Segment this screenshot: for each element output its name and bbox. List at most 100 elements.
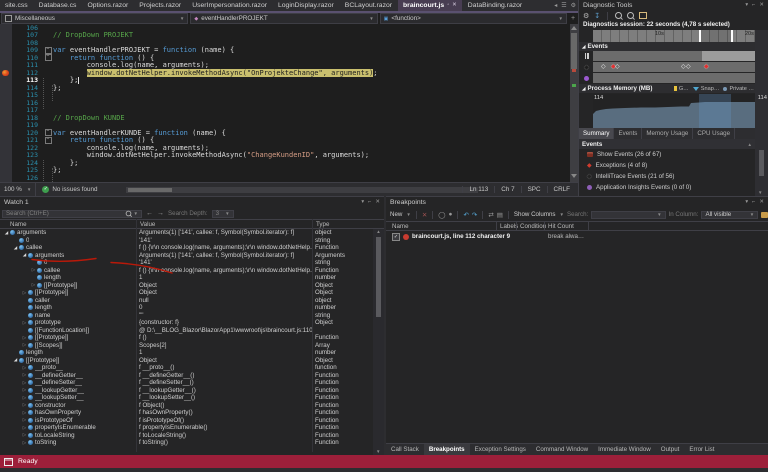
swimlane-track[interactable] xyxy=(593,51,756,61)
selection-handle[interactable] xyxy=(699,30,701,42)
expand-icon[interactable]: ▷ xyxy=(21,380,28,386)
watch-row[interactable]: ▷ [[Prototype]] f () Function xyxy=(0,334,373,342)
attach-session-icon[interactable]: ↧ xyxy=(594,12,600,20)
close-icon[interactable]: ✕ xyxy=(759,2,764,8)
watch-row[interactable]: ◢ arguments Arguments(1) ['141', callee: f… xyxy=(0,252,373,260)
tab-Projects.razor[interactable]: Projects.razor xyxy=(134,0,187,11)
tab-site.css[interactable]: site.css xyxy=(0,0,33,11)
split-editor-icon[interactable]: + xyxy=(569,15,577,22)
swimlane-track[interactable]: ◇ ◆ ◇ ◇ ◇ ◆ xyxy=(593,62,755,72)
column-header-condition[interactable]: Condition xyxy=(520,223,546,230)
editor-horizontal-scrollbar[interactable] xyxy=(126,187,478,193)
tab-Error List[interactable]: Error List xyxy=(684,444,719,455)
watch-row[interactable]: 0 '141' string xyxy=(0,237,373,245)
exception-diamond-icon[interactable]: ◆ xyxy=(704,63,709,71)
event-list-item[interactable]: ◆ IntelliTrace Events (21 of 56) xyxy=(579,171,756,182)
scroll-down-icon[interactable]: ▼ xyxy=(376,449,380,454)
expand-icon[interactable]: ▷ xyxy=(21,320,28,326)
close-icon[interactable]: ✕ xyxy=(759,199,764,205)
watch-row[interactable]: [[FunctionLocation]] @ D:\__BLOG_Blazor\B… xyxy=(0,327,373,335)
export-list-icon[interactable] xyxy=(761,211,768,218)
search-forward-icon[interactable]: → xyxy=(157,210,164,217)
tab-Database.cs[interactable]: Database.cs xyxy=(33,0,82,11)
tab-braincourt.js[interactable]: braincourt.js ◦ ✕ xyxy=(398,0,462,11)
expand-icon[interactable]: ▷ xyxy=(21,440,28,446)
expand-icon[interactable]: ▷ xyxy=(21,342,28,348)
selection-handle[interactable] xyxy=(731,30,733,42)
export-breakpoints-icon[interactable]: ⇄ xyxy=(488,211,493,219)
event-list-item[interactable]: ◆ Exceptions (4 of 8) xyxy=(579,160,756,171)
expand-icon[interactable]: ▷ xyxy=(21,410,28,416)
pin-icon[interactable]: ⌐ xyxy=(752,199,755,205)
zoom-dropdown[interactable]: 100 % ▼ xyxy=(0,183,37,196)
column-indicator[interactable]: Ch 7 xyxy=(494,186,520,193)
column-header-value[interactable]: Value xyxy=(140,221,155,228)
pin-icon[interactable]: ⌐ xyxy=(752,2,755,8)
tab-Output[interactable]: Output xyxy=(656,444,685,455)
expand-icon[interactable]: ▷ xyxy=(21,290,28,296)
scrollbar-thumb[interactable] xyxy=(759,150,764,176)
intellitrace-diamond-icon[interactable]: ◇ xyxy=(601,63,606,71)
close-icon[interactable]: ✕ xyxy=(452,0,457,11)
line-ending-indicator[interactable]: CRLF xyxy=(546,186,576,193)
scroll-up-icon[interactable] xyxy=(571,26,577,30)
issues-indicator[interactable]: ✓ No issues found xyxy=(36,186,103,193)
tab-scroll-icon[interactable]: ◂ xyxy=(554,2,557,9)
column-header-name[interactable]: Name xyxy=(10,221,27,228)
watch-row[interactable]: ▷ __proto__ f __proto__() function xyxy=(0,364,373,372)
watch-row[interactable]: ▷ [[Prototype]] Object Object xyxy=(0,282,373,290)
expand-icon[interactable]: ▷ xyxy=(21,372,28,378)
timeline-ruler[interactable]: 10s 20s xyxy=(593,30,755,42)
watch-row[interactable]: ▷ constructor f Object() Function xyxy=(0,402,373,410)
memory-chart[interactable]: 114 xyxy=(593,94,756,128)
collapse-icon[interactable]: ◢ xyxy=(21,252,28,258)
watch-row[interactable]: length 1 number xyxy=(0,349,373,357)
column-header-hitcount[interactable]: Hit Count xyxy=(548,223,574,230)
watch-row[interactable]: ▷ __lookupGetter__ f __lookupGetter__() Fun… xyxy=(0,387,373,395)
column-header-name[interactable]: Name xyxy=(392,223,409,230)
column-divider[interactable] xyxy=(544,222,545,230)
reset-view-icon[interactable] xyxy=(639,12,648,19)
expand-icon[interactable]: ▷ xyxy=(21,335,28,341)
diagnostics-scrollbar[interactable]: ▼ xyxy=(755,30,768,196)
diag-tab-Memory Usage[interactable]: Memory Usage xyxy=(642,128,694,139)
expand-icon[interactable]: ▷ xyxy=(21,365,28,371)
watch-row[interactable]: name "" string xyxy=(0,312,373,320)
document-list-icon[interactable]: ☰ xyxy=(561,2,566,9)
collapse-icon[interactable]: ◢ xyxy=(3,230,10,236)
line-indicator[interactable]: Ln 113 xyxy=(462,186,494,193)
close-icon[interactable]: ✕ xyxy=(375,199,380,205)
zoom-in-icon[interactable] xyxy=(615,12,623,19)
watch-row[interactable]: ▷ toString f toString() Function xyxy=(0,439,373,447)
space-mode-indicator[interactable]: SPC xyxy=(520,186,547,193)
disable-all-breakpoints-icon[interactable]: ◯ xyxy=(438,211,445,219)
import-breakpoints-icon[interactable]: ▤ xyxy=(497,211,503,219)
event-list-item[interactable]: Show Events (26 of 67) xyxy=(579,149,756,160)
watch-row[interactable]: ◢ callee f () {\r\n console.log(name, argu… xyxy=(0,244,373,252)
breakpoint-row[interactable]: ✓ braincourt.js, line 112 character 9 br… xyxy=(386,232,768,241)
fold-collapse-icon[interactable]: − xyxy=(43,54,53,62)
go-to-disassembly-icon[interactable]: ↷ xyxy=(472,211,477,219)
window-menu-icon[interactable]: ▾ xyxy=(745,199,748,205)
watch-row[interactable]: ◢ [[Prototype]] Object Object xyxy=(0,357,373,365)
breakpoint-checkbox[interactable]: ✓ xyxy=(392,232,400,241)
watch-row[interactable]: ▷ toLocaleString f toLocaleString() Functio… xyxy=(0,432,373,440)
tab-Immediate Window[interactable]: Immediate Window xyxy=(593,444,656,455)
watch-row[interactable]: ▷ prototype {constructor: f} Object xyxy=(0,319,373,327)
memory-section-header[interactable]: ◢ Process Memory (MB) G… Snap… Private … xyxy=(579,84,768,93)
expand-icon[interactable]: ▷ xyxy=(21,425,28,431)
swimlane-track[interactable] xyxy=(593,73,755,83)
enable-all-breakpoints-icon[interactable]: ● xyxy=(449,211,453,218)
window-menu-icon[interactable]: ▾ xyxy=(745,2,748,8)
feedback-icon[interactable] xyxy=(4,457,13,466)
tab-Exception Settings[interactable]: Exception Settings xyxy=(470,444,531,455)
diag-tab-Summary[interactable]: Summary xyxy=(579,128,615,139)
pin-icon[interactable]: ⌐ xyxy=(368,199,371,205)
tab-Options.razor[interactable]: Options.razor xyxy=(82,0,134,11)
watch-row[interactable]: caller null object xyxy=(0,297,373,305)
tab-Command Window[interactable]: Command Window xyxy=(531,444,593,455)
watch-row[interactable]: length 1 number xyxy=(0,274,373,282)
collapse-icon[interactable]: ◢ xyxy=(12,245,19,251)
breakpoint-icon[interactable] xyxy=(2,69,9,76)
diag-tab-CPU Usage[interactable]: CPU Usage xyxy=(693,128,736,139)
